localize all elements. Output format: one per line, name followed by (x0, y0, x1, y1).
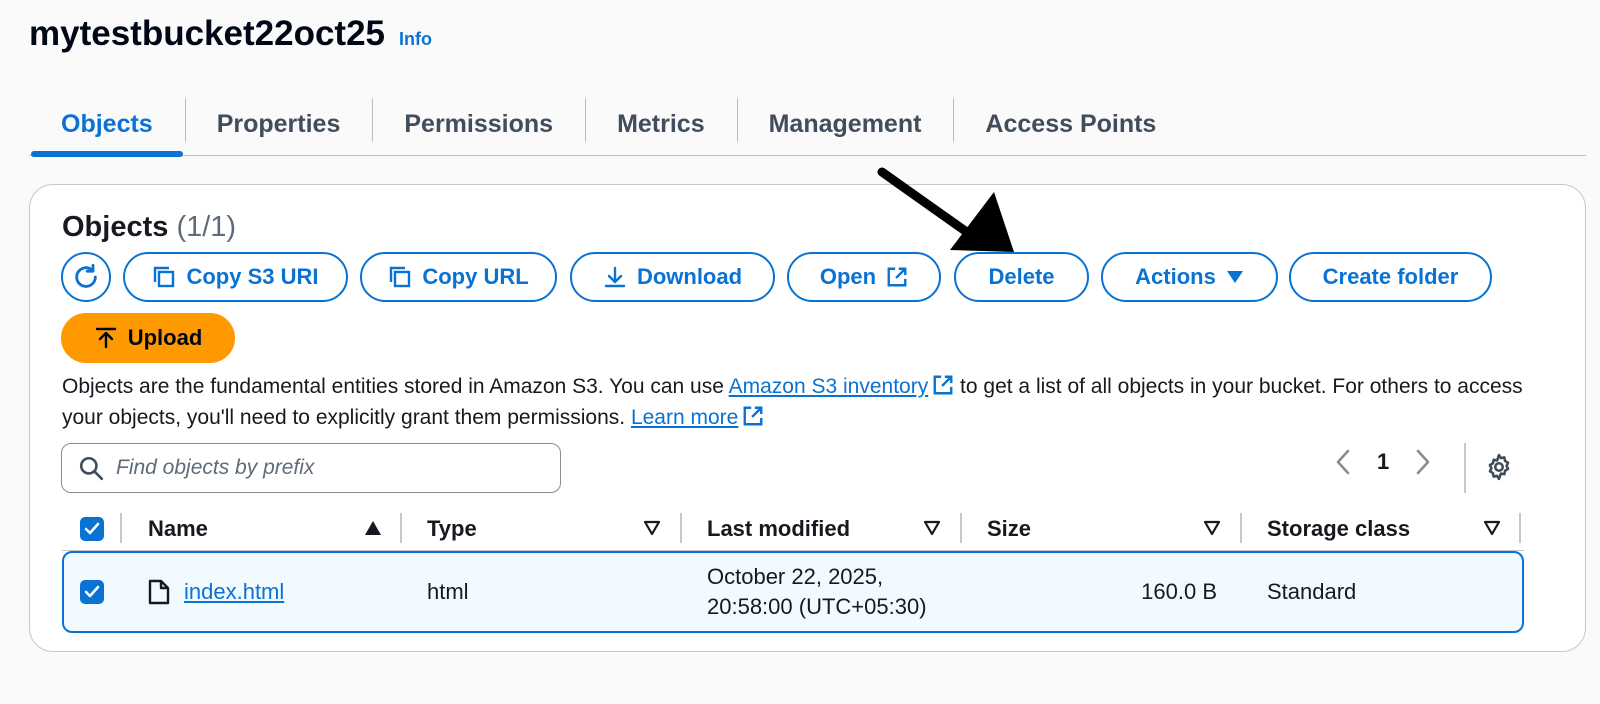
storage-class-cell: Standard (1267, 579, 1357, 604)
table-header: Name Type Last modified Size Storage cla… (62, 507, 1524, 551)
page-header: mytestbucket22oct25 Info (29, 14, 432, 54)
create-folder-label: Create folder (1322, 264, 1459, 289)
open-label: Open (819, 264, 877, 289)
size-cell: 160.0 B (1141, 579, 1217, 604)
checkbox-checked[interactable] (80, 580, 104, 604)
upload-button[interactable]: Upload (61, 313, 235, 363)
sort-ascending-icon[interactable] (364, 520, 382, 536)
column-separator (120, 513, 122, 543)
column-separator (400, 513, 402, 543)
check-icon (84, 585, 100, 598)
table-row[interactable]: index.html html October 22, 2025, 20:58:… (62, 551, 1524, 633)
type-cell: html (427, 579, 469, 604)
sort-caret-down-icon[interactable] (1203, 520, 1221, 536)
copy-s3-uri-label: Copy S3 URI (186, 264, 319, 289)
bucket-tabs: Objects Properties Permissions Metrics M… (29, 94, 1586, 157)
pager-divider (1464, 443, 1466, 493)
chevron-left-icon[interactable] (1335, 449, 1351, 475)
check-icon (84, 522, 100, 535)
select-all-checkbox[interactable] (80, 507, 104, 551)
current-page-number[interactable]: 1 (1377, 449, 1389, 475)
checkbox-checked[interactable] (80, 517, 104, 541)
external-link-icon (933, 375, 953, 395)
column-header-last-modified[interactable]: Last modified (707, 507, 850, 551)
refresh-icon (75, 263, 97, 288)
copy-s3-uri-button[interactable]: Copy S3 URI (123, 252, 348, 302)
column-separator (680, 513, 682, 543)
column-header-type[interactable]: Type (427, 507, 477, 551)
objects-panel: Objects (1/1) Copy S3 URI Copy URL Downl… (29, 184, 1586, 652)
actions-dropdown-button[interactable]: Actions (1101, 252, 1278, 302)
object-count: (1/1) (176, 211, 237, 243)
last-modified-date: October 22, 2025, (707, 564, 884, 589)
copy-url-button[interactable]: Copy URL (360, 252, 557, 302)
search-input[interactable] (116, 456, 536, 480)
column-header-name[interactable]: Name (148, 507, 208, 551)
gear-icon[interactable] (1485, 453, 1513, 481)
name-cell: index.html (148, 553, 284, 631)
annotation-arrow-icon (877, 167, 1014, 252)
copy-icon (390, 266, 411, 288)
caret-down-icon (1226, 271, 1243, 283)
panel-title-text: Objects (62, 211, 169, 243)
column-separator (1519, 513, 1521, 543)
tab-metrics[interactable]: Metrics (585, 94, 737, 155)
bucket-name-title: mytestbucket22oct25 (29, 14, 385, 53)
panel-title: Objects (1/1) (62, 211, 236, 244)
column-header-storage-class[interactable]: Storage class (1267, 507, 1410, 551)
info-link[interactable]: Info (399, 29, 432, 50)
search-box (61, 443, 561, 493)
copy-url-label: Copy URL (422, 264, 529, 289)
objects-description: Objects are the fundamental entities sto… (62, 371, 1532, 433)
download-icon (604, 266, 626, 288)
last-modified-cell: October 22, 2025, 20:58:00 (UTC+05:30) (707, 553, 927, 631)
tab-properties[interactable]: Properties (184, 94, 373, 155)
upload-icon (95, 327, 116, 349)
column-separator (1240, 513, 1242, 543)
row-checkbox[interactable] (80, 553, 104, 631)
description-text-1: Objects are the fundamental entities sto… (62, 375, 729, 398)
object-name-link[interactable]: index.html (184, 579, 284, 605)
refresh-button[interactable] (61, 252, 111, 302)
sort-caret-down-icon[interactable] (923, 520, 941, 536)
tab-objects[interactable]: Objects (29, 94, 185, 157)
external-link-icon (743, 406, 763, 426)
last-modified-time: 20:58:00 (UTC+05:30) (707, 594, 927, 619)
sort-caret-down-icon[interactable] (643, 520, 661, 536)
upload-label: Upload (127, 325, 203, 350)
tab-access-points[interactable]: Access Points (953, 94, 1188, 155)
file-icon (148, 579, 170, 605)
column-header-size[interactable]: Size (987, 507, 1031, 551)
pagination: 1 (1335, 449, 1431, 475)
search-icon (79, 456, 104, 481)
actions-label: Actions (1135, 264, 1216, 289)
chevron-right-icon[interactable] (1415, 449, 1431, 475)
tab-permissions[interactable]: Permissions (372, 94, 585, 155)
sort-caret-down-icon[interactable] (1483, 520, 1501, 536)
download-button[interactable]: Download (570, 252, 775, 302)
s3-inventory-link[interactable]: Amazon S3 inventory (729, 375, 929, 398)
learn-more-link[interactable]: Learn more (631, 406, 738, 429)
tab-management[interactable]: Management (736, 94, 954, 155)
create-folder-button[interactable]: Create folder (1289, 252, 1492, 302)
copy-icon (154, 266, 175, 288)
column-separator (960, 513, 962, 543)
download-label: Download (636, 264, 743, 289)
